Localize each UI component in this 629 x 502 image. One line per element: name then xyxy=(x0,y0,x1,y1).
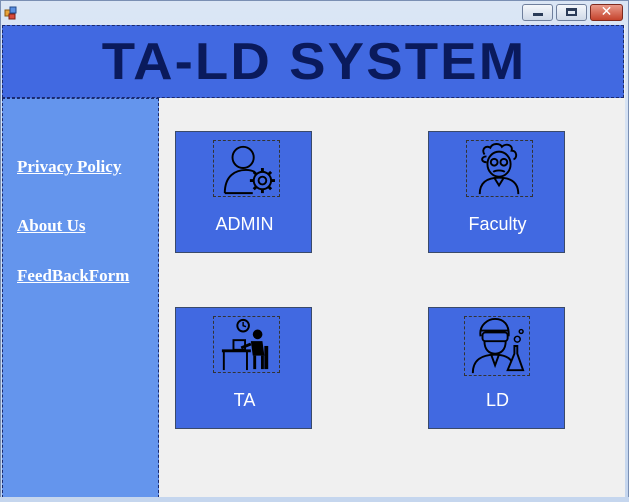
admin-label: ADMIN xyxy=(215,214,274,234)
header-panel: TA-LD SYSTEM xyxy=(2,25,624,98)
admin-tile-button[interactable]: ADMIN xyxy=(175,131,312,253)
app-icon xyxy=(4,6,17,20)
faculty-tile-button[interactable]: Faculty xyxy=(428,131,565,253)
close-button[interactable]: ✕ xyxy=(590,4,623,21)
main-window: ✕ TA-LD SYSTEM Privacy Policy About Us F… xyxy=(0,0,629,502)
about-us-link[interactable]: About Us xyxy=(17,216,86,236)
close-icon: ✕ xyxy=(600,4,613,20)
ld-tile-button[interactable]: LD xyxy=(428,307,565,429)
minimize-button[interactable] xyxy=(522,4,553,21)
person-at-desk-icon xyxy=(213,316,280,373)
privacy-policy-link[interactable]: Privacy Policy xyxy=(17,157,121,177)
admin-gear-user-icon xyxy=(213,140,280,197)
ta-label: TA xyxy=(233,390,256,410)
title-bar: ✕ xyxy=(1,1,628,25)
feedback-form-link[interactable]: FeedBackForm xyxy=(17,266,129,286)
window-bottom-edge xyxy=(0,497,629,502)
ld-label: LD xyxy=(485,390,509,410)
professor-icon xyxy=(466,140,533,197)
faculty-label: Faculty xyxy=(468,214,527,234)
maximize-button[interactable] xyxy=(556,4,587,21)
form-client-area: TA-LD SYSTEM Privacy Policy About Us Fee… xyxy=(2,25,625,498)
page-title: TA-LD SYSTEM xyxy=(101,33,527,91)
ta-tile-button[interactable]: TA xyxy=(175,307,312,429)
scientist-icon xyxy=(464,316,530,376)
sidebar-panel: Privacy Policy About Us FeedBackForm xyxy=(2,98,159,498)
